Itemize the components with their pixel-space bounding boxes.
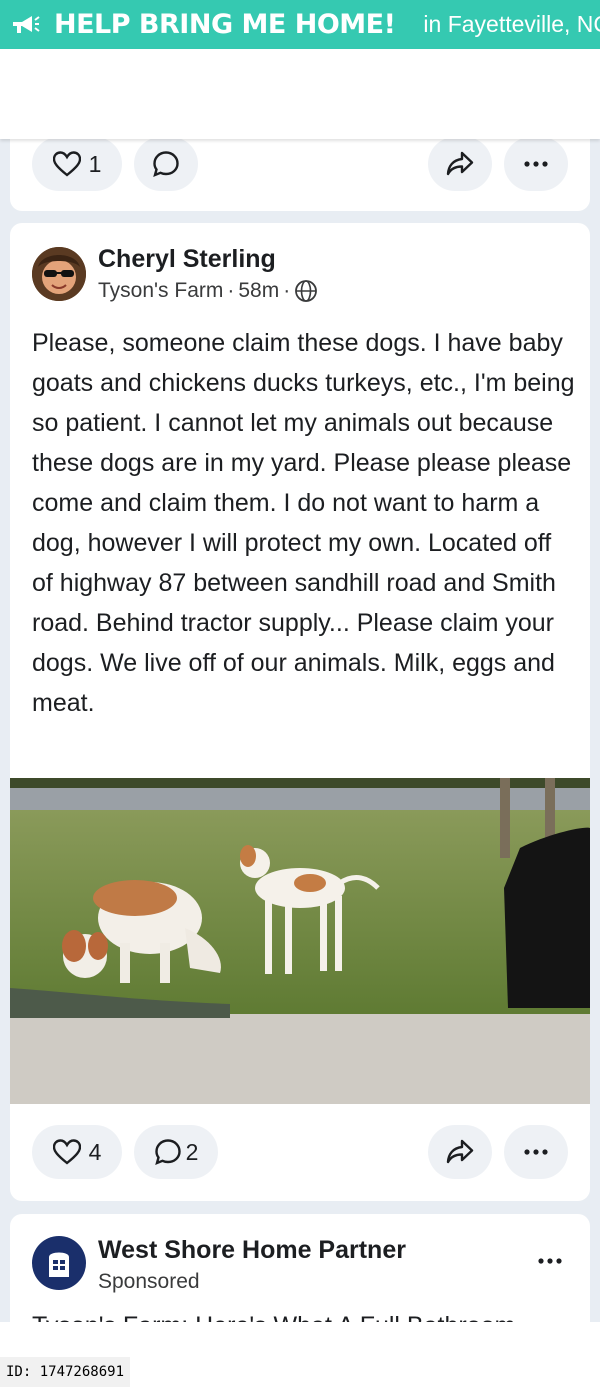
header-banner: HELP BRING ME HOME! in Fayetteville, NC — [0, 0, 600, 49]
more-options-button[interactable] — [504, 139, 568, 191]
id-label: ID: 1747268691 — [0, 1357, 131, 1387]
like-count: 4 — [88, 1138, 102, 1165]
share-icon — [446, 151, 474, 177]
like-count: 1 — [88, 150, 102, 177]
ad-more-options-button[interactable] — [534, 1248, 566, 1272]
meta-separator: · — [283, 279, 291, 302]
more-options-button[interactable] — [504, 1125, 568, 1179]
comment-button[interactable] — [134, 139, 198, 191]
previous-post-actions: 1 — [10, 139, 590, 191]
like-button[interactable]: 1 — [32, 139, 122, 191]
post-card: Cheryl Sterling Tyson's Farm · 58m · Ple… — [10, 223, 590, 1201]
banner-location: in Fayetteville, NC — [423, 11, 600, 37]
comment-icon — [154, 1138, 182, 1166]
comment-icon — [152, 150, 180, 178]
group-name[interactable]: Tyson's Farm — [98, 279, 223, 303]
post-meta: Tyson's Farm · 58m · — [98, 279, 318, 303]
footer: ID: 1747268691 — [0, 1322, 600, 1387]
share-button[interactable] — [428, 1125, 492, 1179]
post-time: 58m — [238, 279, 280, 302]
advertiser-name[interactable]: West Shore Home Partner — [98, 1236, 406, 1265]
sponsored-card: West Shore Home Partner Sponsored Tyson'… — [10, 1214, 590, 1322]
more-dots-icon — [524, 1149, 548, 1155]
dogs-photo[interactable] — [10, 778, 590, 1104]
sponsored-label: Sponsored — [98, 1270, 200, 1293]
like-button[interactable]: 4 — [32, 1125, 122, 1179]
advertiser-logo[interactable] — [32, 1236, 86, 1290]
feed[interactable]: 1 Cheryl Sterling Tyson's Farm · 58m · P… — [0, 139, 600, 1322]
previous-post-card: 1 — [10, 139, 590, 211]
share-icon — [446, 1139, 474, 1165]
more-dots-icon — [524, 161, 548, 167]
author-name[interactable]: Cheryl Sterling — [98, 245, 276, 274]
ad-body-text: Tyson's Farm: Here's What A Full Bathroo… — [32, 1308, 577, 1322]
comment-count: 2 — [185, 1138, 199, 1165]
post-actions: 4 2 — [10, 1125, 590, 1179]
globe-icon — [294, 279, 318, 303]
author-avatar[interactable] — [32, 247, 86, 301]
more-dots-icon — [538, 1251, 562, 1269]
heart-icon — [52, 151, 81, 177]
banner-headline: HELP BRING ME HOME! — [54, 9, 396, 40]
top-blank-area — [0, 49, 600, 139]
meta-separator: · — [227, 279, 235, 302]
megaphone-icon — [10, 10, 40, 40]
heart-icon — [52, 1139, 81, 1165]
share-button[interactable] — [428, 139, 492, 191]
comment-button[interactable]: 2 — [134, 1125, 218, 1179]
post-body-text: Please, someone claim these dogs. I have… — [32, 329, 575, 717]
